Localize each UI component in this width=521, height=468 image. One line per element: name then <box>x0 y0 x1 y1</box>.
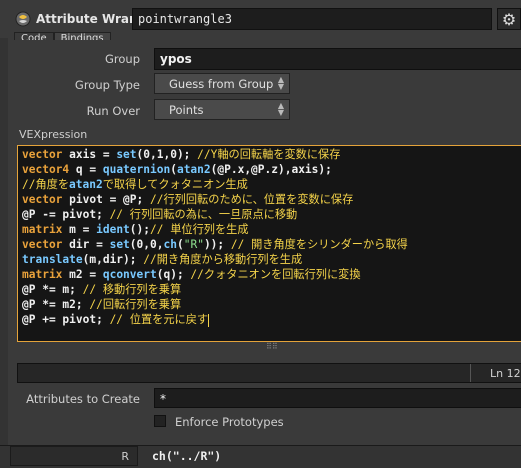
code-token: vector4 <box>22 163 70 176</box>
code-token: // 移動行列を乗算 <box>82 283 182 296</box>
tab-bindings[interactable]: Bindings <box>53 32 111 40</box>
code-token: @P *= m2; <box>22 298 90 311</box>
code-line: //角度をatan2で取得してクォタニオン生成 <box>22 177 521 192</box>
group-label: Group <box>104 52 140 66</box>
code-token: matrix <box>22 223 63 236</box>
line-column-indicator: Ln 12, <box>490 367 521 380</box>
code-line: vector4 q = quaternion(atan2(@P.x,@P.z),… <box>22 162 521 177</box>
code-token: set <box>109 238 130 251</box>
group-type-label: Group Type <box>74 78 140 92</box>
code-token: ch <box>163 238 177 251</box>
status-divider <box>470 364 471 382</box>
code-token: dir = <box>62 238 110 251</box>
code-token: ( <box>176 238 184 251</box>
gear-icon[interactable]: ⚙ <box>497 8 521 30</box>
left-scroll-strip <box>0 38 8 445</box>
resize-grip-icon[interactable]: ⠿⠿ <box>266 343 278 353</box>
code-token: ( <box>170 163 177 176</box>
enforce-prototypes-checkbox[interactable] <box>154 415 166 427</box>
enforce-prototypes-label: Enforce Prototypes <box>175 415 284 429</box>
vex-code-editor[interactable]: vector axis = set(0,1,0); //Y軸の回転軸を変数に保存… <box>17 145 521 342</box>
code-token: axis = <box>62 148 117 161</box>
code-token: (q); <box>156 268 191 281</box>
attributes-to-create-label: Attributes to Create <box>26 392 140 406</box>
code-token: q = <box>69 163 103 176</box>
code-token: (); <box>129 223 151 236</box>
group-field[interactable]: ypos <box>154 48 521 70</box>
code-token: で取得してクォタニオン生成 <box>102 178 248 191</box>
vexpression-label: VEXpression <box>19 128 88 141</box>
code-token: set <box>116 148 137 161</box>
editor-status-bar: Ln 12, <box>17 363 521 383</box>
code-token: //角度を <box>22 178 70 191</box>
code-token: // 行列回転の為に、一旦原点に移動 <box>109 208 298 221</box>
code-token: m2 = <box>62 268 103 281</box>
code-token: qconvert <box>102 268 157 281</box>
parameter-tabs: Code Bindings <box>14 30 111 40</box>
wrangle-node-icon <box>14 10 32 28</box>
code-line: matrix m = ident();// 単位行列を生成 <box>22 222 521 237</box>
updown-arrow-icon: ▲ ▼ <box>277 75 284 91</box>
code-token: atan2 <box>69 178 103 191</box>
run-over-value: Points <box>169 103 204 117</box>
node-name-field[interactable]: pointwrangle3 <box>132 8 492 30</box>
code-line: matrix m2 = qconvert(q); //クォタニオンを回転行列に変… <box>22 267 521 282</box>
code-line: vector axis = set(0,1,0); //Y軸の回転軸を変数に保存 <box>22 147 521 162</box>
run-over-dropdown[interactable]: Points ▲ ▼ <box>154 99 290 120</box>
code-token: (0,1,0); <box>136 148 198 161</box>
channel-name-label: R <box>10 446 138 466</box>
code-token: @P += pivot; <box>22 313 110 326</box>
updown-arrow-icon: ▲ ▼ <box>277 101 284 117</box>
code-token: @P -= pivot; <box>22 208 110 221</box>
code-line: @P -= pivot; // 行列回転の為に、一旦原点に移動 <box>22 207 521 222</box>
run-over-label: Run Over <box>86 104 140 118</box>
code-token: // 位置を元に戻す <box>109 313 209 326</box>
group-type-value: Guess from Group <box>169 77 274 91</box>
code-token: pivot = @P; <box>62 193 150 206</box>
tab-code[interactable]: Code <box>14 32 54 40</box>
code-line: @P *= m2; //回転行列を乗算 <box>22 297 521 312</box>
code-token: )); <box>203 238 231 251</box>
code-token: atan2 <box>176 163 211 176</box>
code-token: ident <box>96 223 130 236</box>
attributes-to-create-field[interactable]: * <box>154 388 521 408</box>
code-token: // 単位行列を生成 <box>150 223 249 236</box>
code-line: translate(m,dir); //開き角度から移動行列を生成 <box>22 252 521 267</box>
code-token: // 開き角度をシリンダーから取得 <box>230 238 408 251</box>
code-token: (0,0, <box>129 238 164 251</box>
code-token: (m,dir); <box>82 253 144 266</box>
code-token: "R" <box>183 238 204 251</box>
code-token: quaternion <box>102 163 171 176</box>
code-token: matrix <box>22 268 63 281</box>
code-token: @P *= m; <box>22 283 83 296</box>
code-token: vector <box>22 238 63 251</box>
code-token: //回転行列を乗算 <box>89 298 182 311</box>
code-token: translate <box>22 253 83 266</box>
group-type-dropdown[interactable]: Guess from Group ▲ ▼ <box>154 73 290 94</box>
code-token: (@P.x,@P.z),axis); <box>210 163 332 176</box>
channel-expression-field[interactable]: ch("../R") <box>152 449 221 463</box>
code-token: //開き角度から移動行列を生成 <box>143 253 303 266</box>
code-token: //クォタニオンを回転行列に変換 <box>190 268 361 281</box>
code-token: //Y軸の回転軸を変数に保存 <box>197 148 341 161</box>
code-line: @P += pivot; // 位置を元に戻す <box>22 312 521 327</box>
code-line: vector pivot = @P; //行列回転のために、位置を変数に保存 <box>22 192 521 207</box>
code-token: vector <box>22 193 63 206</box>
code-line: @P *= m; // 移動行列を乗算 <box>22 282 521 297</box>
code-token: //行列回転のために、位置を変数に保存 <box>149 193 354 206</box>
code-token: vector <box>22 148 63 161</box>
text-cursor <box>208 313 210 327</box>
code-line: vector dir = set(0,0,ch("R")); // 開き角度をシ… <box>22 237 521 252</box>
code-token: m = <box>62 223 97 236</box>
